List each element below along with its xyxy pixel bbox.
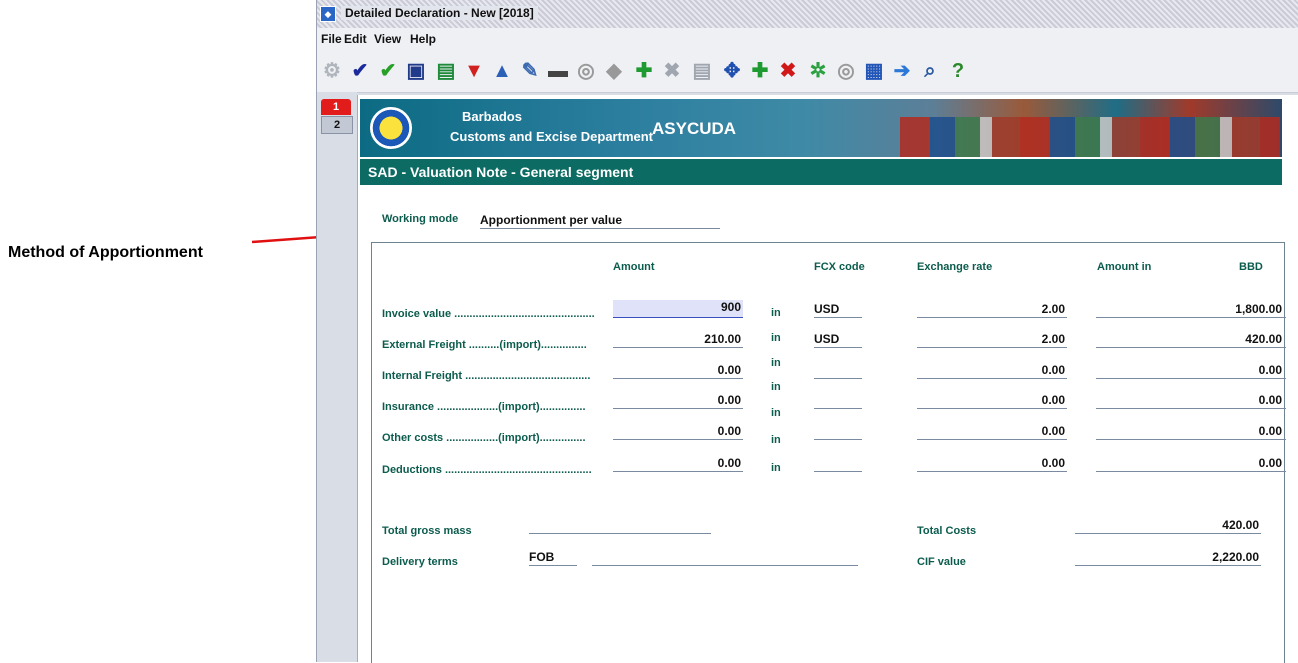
internal-freight-amount-field[interactable]: 0.00 <box>613 363 743 379</box>
external-freight-amount-field[interactable]: 210.00 <box>613 332 743 348</box>
declaration-window: ◆ Detailed Declaration - New [2018] File… <box>316 0 1298 663</box>
deductions-amount-field[interactable]: 0.00 <box>613 456 743 472</box>
row-label-other-costs: Other costs .................(import)...… <box>382 432 586 444</box>
total-gross-mass-field[interactable] <box>529 518 711 534</box>
menu-help[interactable]: Help <box>410 32 436 46</box>
header-fcx-code: FCX code <box>814 261 865 273</box>
internal-freight-rate-field[interactable]: 0.00 <box>917 363 1067 379</box>
deductions-rate-field[interactable]: 0.00 <box>917 456 1067 472</box>
working-mode-label: Working mode <box>382 213 459 225</box>
row-label-external-freight: External Freight ..........(import).....… <box>382 339 587 351</box>
gears-icon[interactable]: ⚙ <box>319 58 345 84</box>
header-amount-in: Amount in <box>1097 261 1152 273</box>
in-label: in <box>771 434 781 446</box>
other-costs-bbd-field[interactable]: 0.00 <box>1096 424 1286 440</box>
delete-icon[interactable]: ✖ <box>659 58 685 84</box>
annotation-label: Method of Apportionment <box>8 244 203 261</box>
in-label: in <box>771 462 781 474</box>
invoice-rate-field[interactable]: 2.00 <box>917 302 1067 318</box>
expand-icon[interactable]: ✥ <box>719 58 745 84</box>
banner-country: Barbados <box>462 109 522 124</box>
remove-item-icon[interactable]: ✖ <box>775 58 801 84</box>
title-bar: ◆ Detailed Declaration - New [2018] <box>317 0 1298 28</box>
view-icon[interactable]: ◎ <box>573 58 599 84</box>
other-costs-fcx-field[interactable] <box>814 424 862 440</box>
check-icon[interactable]: ✔ <box>347 58 373 84</box>
insurance-bbd-field[interactable]: 0.00 <box>1096 393 1286 409</box>
excel-icon[interactable]: ▤ <box>433 58 459 84</box>
deductions-fcx-field[interactable] <box>814 456 862 472</box>
delivery-terms-code-field[interactable]: FOB <box>529 550 577 566</box>
save-icon[interactable]: ▣ <box>403 58 429 84</box>
window-icon[interactable]: ◆ <box>320 6 336 22</box>
other-costs-rate-field[interactable]: 0.00 <box>917 424 1067 440</box>
external-freight-rate-field[interactable]: 2.00 <box>917 332 1067 348</box>
total-costs-label: Total Costs <box>917 525 977 537</box>
in-label: in <box>771 357 781 369</box>
tab-page-2[interactable]: 2 <box>321 116 353 134</box>
row-label-deductions: Deductions .............................… <box>382 464 592 476</box>
menu-edit[interactable]: Edit <box>344 32 367 46</box>
attach-icon[interactable]: ✎ <box>517 58 543 84</box>
validate-check-icon[interactable]: ✔ <box>375 58 401 84</box>
add-icon[interactable]: ✚ <box>631 58 657 84</box>
help-icon[interactable]: ? <box>945 58 971 84</box>
delivery-terms-label: Delivery terms <box>382 556 458 568</box>
insurance-amount-field[interactable]: 0.00 <box>613 393 743 409</box>
total-gross-mass-label: Total gross mass <box>382 525 472 537</box>
in-label: in <box>771 307 781 319</box>
in-label: in <box>771 332 781 344</box>
deductions-bbd-field[interactable]: 0.00 <box>1096 456 1286 472</box>
header-amount: Amount <box>613 261 655 273</box>
working-mode-field[interactable]: Apportionment per value <box>480 213 720 229</box>
window-title: Detailed Declaration - New [2018] <box>341 6 538 20</box>
xml-upload-icon[interactable]: ▲ <box>489 58 515 84</box>
banner-system: ASYCUDA <box>652 119 737 138</box>
containers-image <box>900 117 1280 157</box>
internal-freight-fcx-field[interactable] <box>814 363 862 379</box>
sad-icon[interactable]: ▦ <box>861 58 887 84</box>
menu-view[interactable]: View <box>374 32 401 46</box>
header-currency: BBD <box>1239 261 1263 273</box>
page-tabs: 1 2 <box>317 92 357 662</box>
external-freight-bbd-field[interactable]: 420.00 <box>1096 332 1286 348</box>
invoice-fcx-field[interactable]: USD <box>814 302 862 318</box>
header-banner: Barbados Customs and Excise Department A… <box>360 99 1282 157</box>
tab-page-1[interactable]: 1 <box>321 99 351 115</box>
external-freight-fcx-field[interactable]: USD <box>814 332 862 348</box>
menu-file[interactable]: File <box>321 32 342 46</box>
cif-value-label: CIF value <box>917 556 966 568</box>
delivery-terms-place-field[interactable] <box>592 550 858 566</box>
banner-department: Customs and Excise Department <box>450 129 654 144</box>
insurance-rate-field[interactable]: 0.00 <box>917 393 1067 409</box>
add-item-icon[interactable]: ✚ <box>747 58 773 84</box>
row-label-internal-freight: Internal Freight .......................… <box>382 370 591 382</box>
invoice-bbd-field[interactable]: 1,800.00 <box>1096 302 1286 318</box>
glasses-icon[interactable]: ◎ <box>833 58 859 84</box>
row-label-invoice: Invoice value ..........................… <box>382 308 595 320</box>
in-label: in <box>771 381 781 393</box>
arrow-icon[interactable]: ➔ <box>889 58 915 84</box>
row-label-insurance: Insurance ....................(import)..… <box>382 401 586 413</box>
insurance-fcx-field[interactable] <box>814 393 862 409</box>
search-icon[interactable]: ⌕ <box>917 58 943 84</box>
menu-bar: File Edit View Help <box>317 28 1298 51</box>
header-exchange-rate: Exchange rate <box>917 261 993 273</box>
cif-value-field[interactable]: 2,220.00 <box>1075 550 1261 566</box>
valuation-box: Amount FCX code Exchange rate Amount in … <box>371 242 1286 663</box>
toolbar: ⚙ ✔ ✔ ▣ ▤ ▼ ▲ ✎ ▬ ◎ ◆ ✚ ✖ ▤ ✥ ✚ ✖ ✲ ◎ ▦ … <box>317 50 1298 93</box>
print-icon[interactable]: ▬ <box>545 58 571 84</box>
internal-freight-bbd-field[interactable]: 0.00 <box>1096 363 1286 379</box>
segment-title: SAD - Valuation Note - General segment <box>360 159 1282 185</box>
cube-icon[interactable]: ◆ <box>601 58 627 84</box>
in-label: in <box>771 407 781 419</box>
xml-download-icon[interactable]: ▼ <box>461 58 487 84</box>
total-costs-field[interactable]: 420.00 <box>1075 518 1261 534</box>
invoice-amount-field[interactable]: 900 <box>613 300 743 318</box>
network-icon[interactable]: ✲ <box>805 58 831 84</box>
document-icon[interactable]: ▤ <box>689 58 715 84</box>
form-panel: Barbados Customs and Excise Department A… <box>357 95 1298 663</box>
barbados-seal-logo <box>370 107 412 149</box>
other-costs-amount-field[interactable]: 0.00 <box>613 424 743 440</box>
